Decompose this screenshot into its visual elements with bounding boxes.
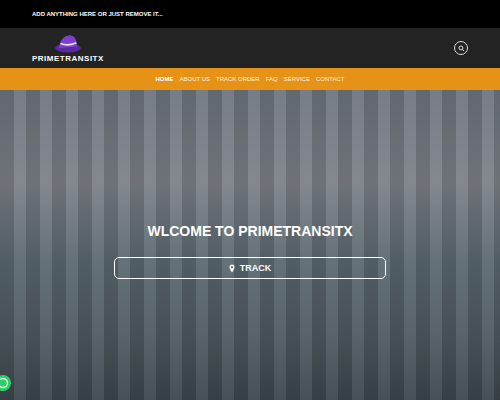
search-button[interactable]	[454, 41, 468, 55]
hero-photo	[0, 90, 500, 400]
logo[interactable]: PRIMETRANSITX	[32, 33, 104, 63]
hero-title: WLCOME TO PRIMETRANSITX	[147, 223, 352, 239]
nav-item[interactable]: TRACK ORDER	[216, 76, 260, 82]
hero: WLCOME TO PRIMETRANSITX TRACK	[0, 90, 500, 400]
nav-item[interactable]: CONTACT	[316, 76, 345, 82]
top-bar-text: ADD ANYTHING HERE OR JUST REMOVE IT...	[32, 11, 163, 17]
nav-item[interactable]: FAQ	[266, 76, 278, 82]
location-pin-icon	[229, 264, 235, 273]
logo-text: PRIMETRANSITX	[32, 54, 104, 63]
track-button-text: TRACK	[240, 263, 272, 273]
nav-item[interactable]: ABOUT US	[179, 76, 210, 82]
nav-item[interactable]: HOME	[155, 76, 173, 82]
nav-item[interactable]: SERVICE	[284, 76, 310, 82]
nav-bar: HOME ABOUT US TRACK ORDER FAQ SERVICE CONTACT	[0, 68, 500, 90]
hero-content: WLCOME TO PRIMETRANSITX TRACK	[0, 90, 500, 400]
track-button[interactable]: TRACK	[114, 257, 386, 279]
hat-icon	[53, 33, 83, 54]
header: PRIMETRANSITX	[0, 28, 500, 68]
top-bar: ADD ANYTHING HERE OR JUST REMOVE IT...	[0, 0, 500, 28]
whatsapp-button[interactable]	[0, 375, 11, 391]
whatsapp-icon	[0, 375, 11, 391]
search-icon	[458, 45, 465, 52]
page: ADD ANYTHING HERE OR JUST REMOVE IT... PR…	[0, 0, 500, 400]
